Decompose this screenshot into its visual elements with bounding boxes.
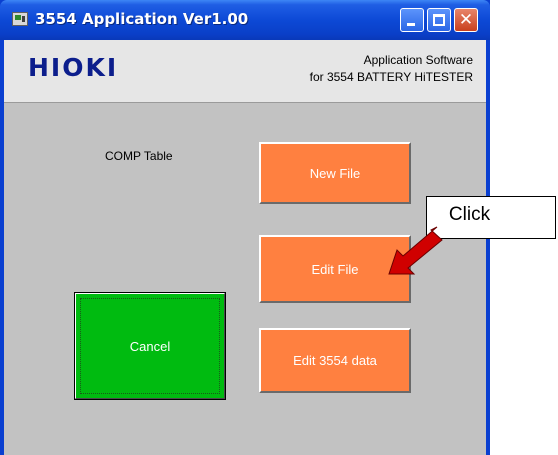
arrow-icon (388, 226, 443, 275)
